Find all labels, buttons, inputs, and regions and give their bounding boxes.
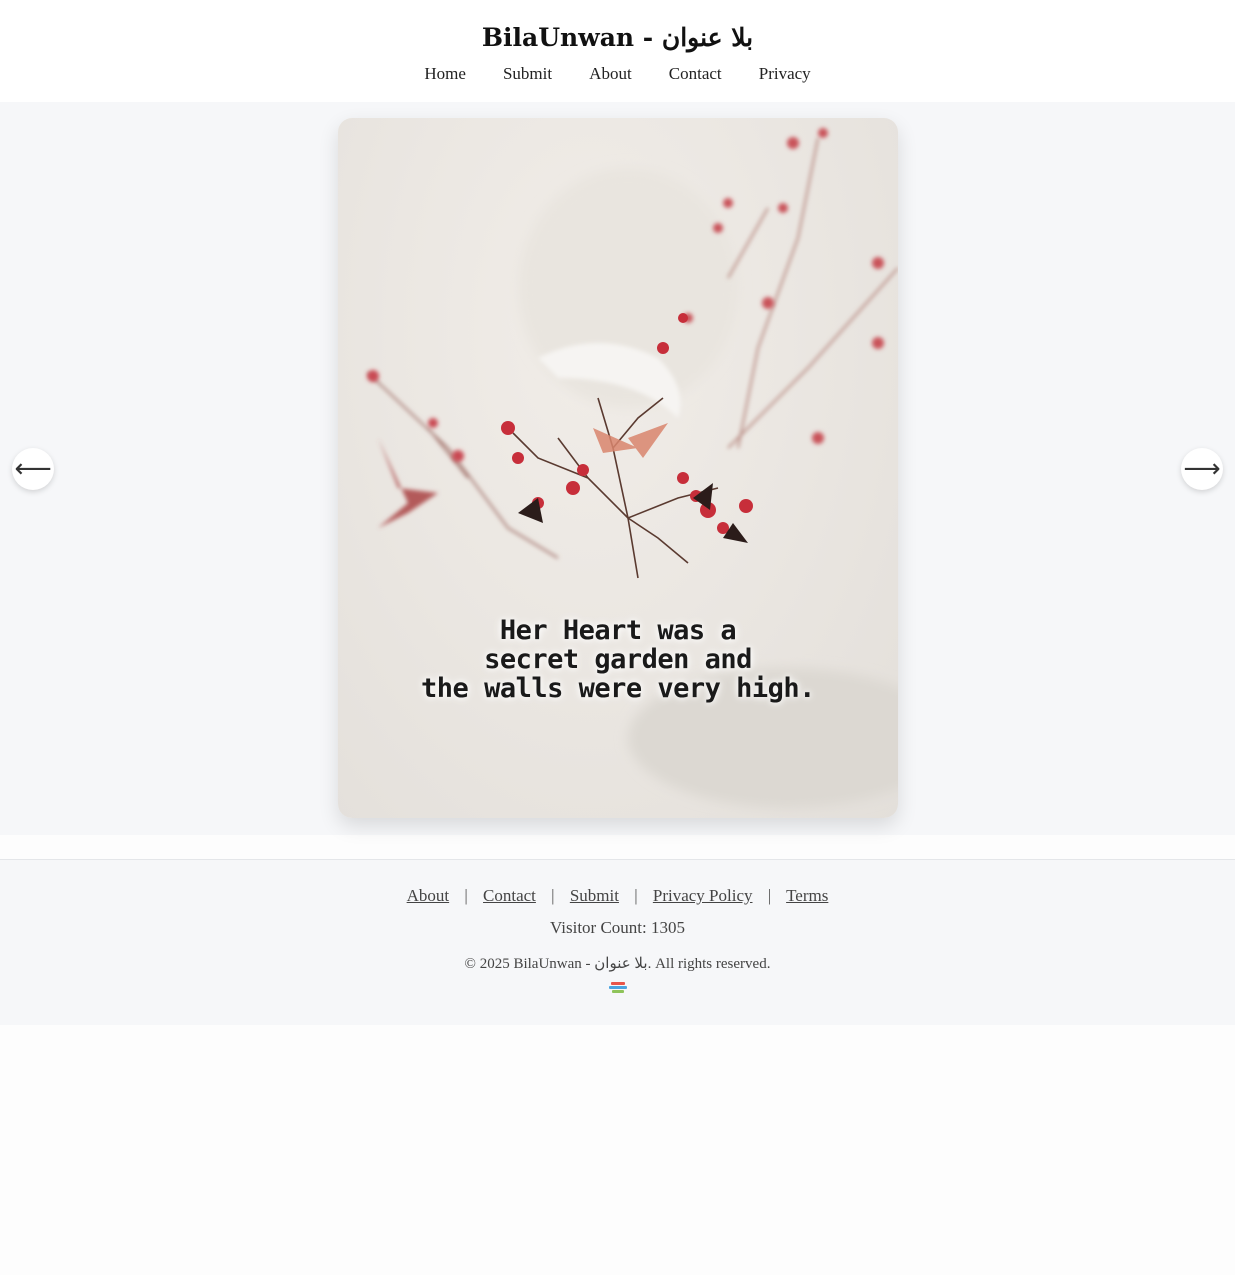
footer-link-privacy-policy[interactable]: Privacy Policy <box>653 886 753 905</box>
quote-line: Her Heart was a <box>499 615 737 646</box>
copyright-notice: © 2025 BilaUnwan - بلا عنوان. All rights… <box>464 956 771 972</box>
berry-branch-illustration <box>367 128 898 808</box>
footer-link-about[interactable]: About <box>407 886 450 905</box>
previous-arrow-icon[interactable]: ⟵ <box>12 448 54 490</box>
footer-link-submit[interactable]: Submit <box>570 886 619 905</box>
nav-contact[interactable]: Contact <box>669 64 722 84</box>
footer-separator: | <box>634 886 638 905</box>
footer-separator: | <box>464 886 468 905</box>
quote-line: the walls were very high. <box>421 673 815 704</box>
nav-about[interactable]: About <box>589 64 632 84</box>
main-nav: Home Submit About Contact Privacy <box>0 64 1235 84</box>
footer-link-contact[interactable]: Contact <box>483 886 536 905</box>
footer-separator: | <box>767 886 772 905</box>
footer-links: About | Contact | Submit | Privacy Polic… <box>0 860 1235 906</box>
site-title[interactable]: BilaUnwan - بلا عنوان <box>0 0 1235 54</box>
next-arrow-icon[interactable]: ⟶ <box>1181 448 1223 490</box>
quote-image-card: Her Heart was a secret garden and the wa… <box>338 118 898 818</box>
site-header: BilaUnwan - بلا عنوان Home Submit About … <box>0 0 1235 102</box>
nav-privacy[interactable]: Privacy <box>759 64 811 84</box>
footer-link-terms[interactable]: Terms <box>786 886 828 905</box>
nav-submit[interactable]: Submit <box>503 64 552 84</box>
footer-logo-icon <box>608 981 628 995</box>
quote-text: Her Heart was a secret garden and the wa… <box>338 616 898 703</box>
nav-home[interactable]: Home <box>424 64 466 84</box>
site-footer: About | Contact | Submit | Privacy Polic… <box>0 859 1235 1025</box>
visitor-count: Visitor Count: 1305 <box>550 918 685 937</box>
footer-separator: | <box>551 886 555 905</box>
image-gallery: ⟵ Her Heart was a secret garden and the … <box>0 102 1235 835</box>
quote-line: secret garden and <box>484 644 752 675</box>
